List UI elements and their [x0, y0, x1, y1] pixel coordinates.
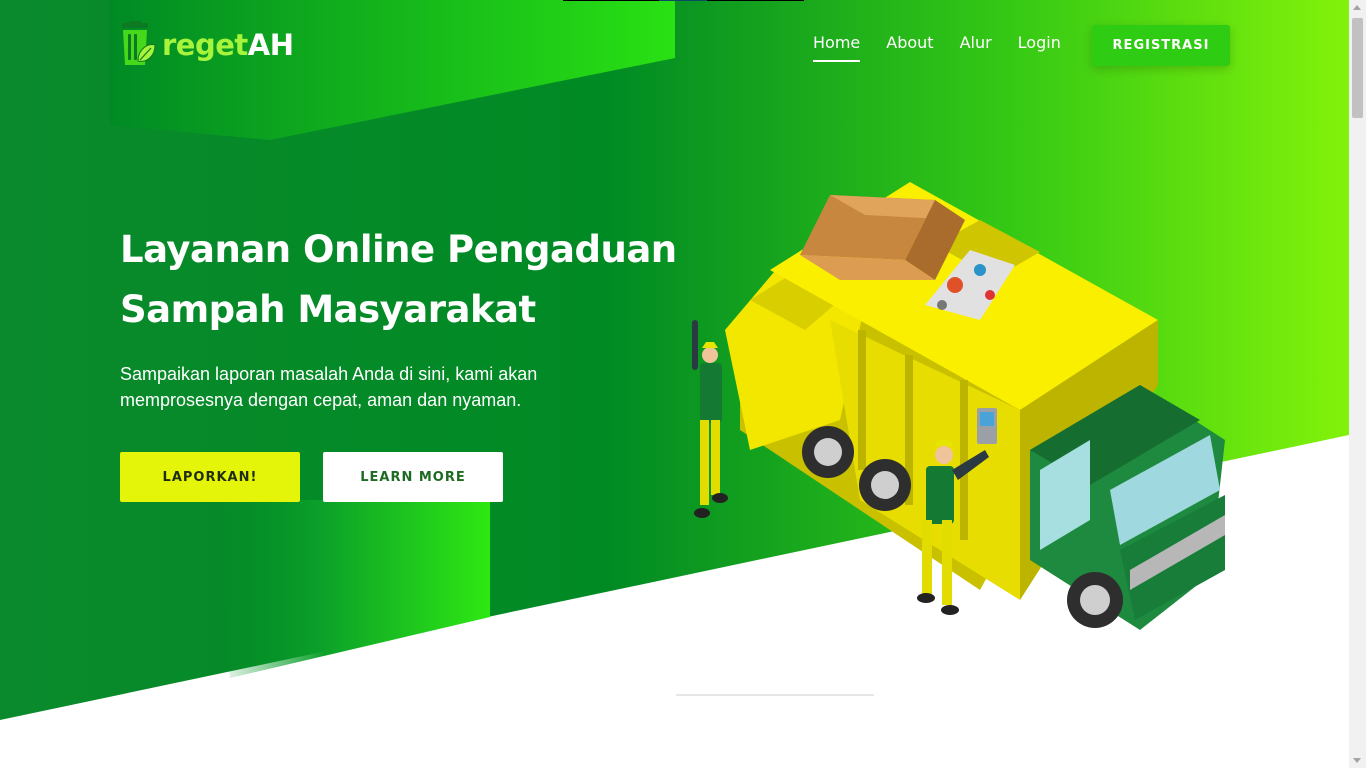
section-divider — [676, 694, 874, 696]
top-edge-line — [563, 0, 659, 1]
nav-alur[interactable]: Alur — [960, 33, 992, 62]
top-edge-line — [659, 0, 707, 1]
hero-subtitle-line-2: memprosesnya dengan cepat, aman dan nyam… — [120, 390, 522, 410]
page: regetAH Home About Alur Login REGISTRASI… — [0, 0, 1349, 768]
nav-login[interactable]: Login — [1018, 33, 1061, 62]
garbage-truck-illustration — [692, 182, 1225, 630]
main-nav: Home About Alur Login — [813, 33, 1061, 62]
hero-subtitle: Sampaikan laporan masalah Anda di sini, … — [120, 361, 590, 413]
scrollbar-thumb[interactable] — [1352, 18, 1363, 118]
nav-home[interactable]: Home — [813, 33, 861, 62]
top-edge-line — [707, 0, 804, 1]
brand-name: regetAH — [162, 27, 294, 62]
trash-bin-leaf-icon — [122, 21, 156, 65]
hero-title-line-1: Layanan Online Pengaduan — [120, 228, 677, 271]
brand-logo[interactable]: regetAH — [120, 18, 294, 72]
hero-title-line-2: Sampah Masyarakat — [120, 288, 536, 331]
scroll-up-arrow-icon[interactable] — [1353, 5, 1361, 10]
register-button[interactable]: REGISTRASI — [1092, 25, 1230, 66]
learn-more-button[interactable]: LEARN MORE — [323, 452, 503, 502]
page-scrollbar[interactable] — [1349, 0, 1366, 768]
hero-subtitle-line-1: Sampaikan laporan masalah Anda di sini, … — [120, 364, 538, 384]
hero-title: Layanan Online Pengaduan Sampah Masyarak… — [120, 220, 720, 340]
scroll-down-arrow-icon[interactable] — [1353, 758, 1361, 763]
nav-about[interactable]: About — [886, 33, 933, 62]
report-button[interactable]: LAPORKAN! — [120, 452, 300, 502]
